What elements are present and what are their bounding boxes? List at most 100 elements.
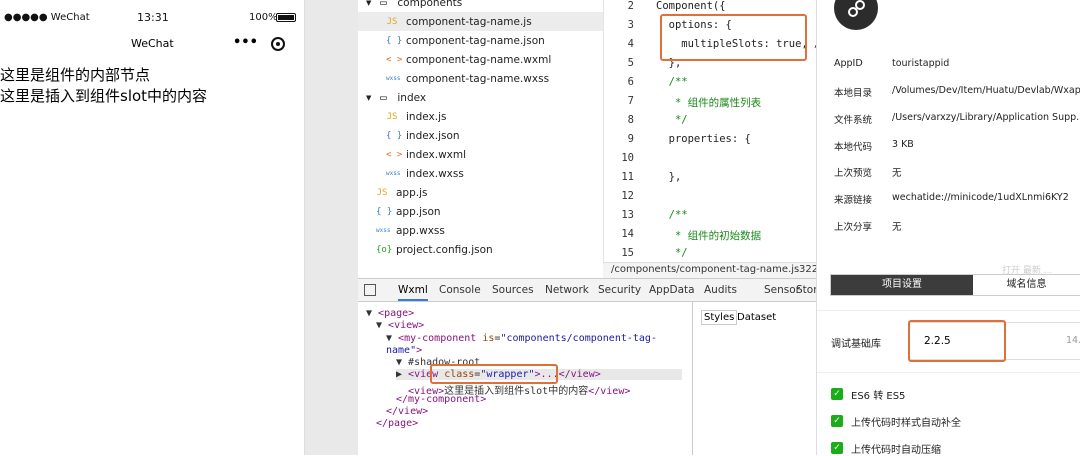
info-value: /Volumes/Dev/Item/Huatu/Devlab/Wxap...: [892, 85, 1080, 96]
file-tree-item[interactable]: ▼ ▭ index: [366, 88, 426, 107]
json-file-icon: { }: [376, 206, 393, 217]
config-file-icon: {o}: [376, 244, 393, 255]
file-tree-item[interactable]: { } app.json: [376, 202, 441, 221]
file-tree-label: app.js: [396, 186, 428, 199]
devtools-tab-stor[interactable]: Stor: [796, 284, 818, 296]
file-tree-item[interactable]: JS index.js: [386, 107, 447, 126]
project-details-panel: AppID touristappid 本地目录/Volumes/Dev/Item/H…: [816, 0, 1080, 456]
json-file-icon: { }: [386, 130, 403, 141]
file-tree-label: app.wxss: [396, 224, 445, 237]
devtools-tab-sensor[interactable]: Sensor: [764, 284, 800, 296]
code-line[interactable]: * 组件的初始数据: [656, 228, 761, 243]
file-tree-item[interactable]: {o} project.config.json: [376, 240, 493, 259]
expand-arrow-icon[interactable]: ▼: [366, 0, 371, 7]
battery-icon: [276, 13, 296, 22]
devtools-tab-wxml[interactable]: Wxml: [398, 284, 428, 301]
file-tree-label: app.json: [396, 205, 441, 218]
slot-content-text: 这里是插入到组件slot中的内容: [0, 87, 208, 105]
code-line[interactable]: */: [656, 247, 688, 259]
checkbox-label: ES6 转 ES5: [851, 391, 906, 402]
info-label: 上次预览: [834, 168, 873, 179]
styles-pane: Styles Dataset: [692, 302, 816, 455]
info-label: 本地代码: [834, 142, 873, 153]
checkbox-checked-icon[interactable]: ✓: [831, 442, 843, 454]
info-label: 上次分享: [834, 222, 873, 233]
wxml-component-node[interactable]: ▼ <my-component is="components/component…: [386, 333, 657, 344]
panel-gutter: [305, 0, 358, 455]
line-number: 6: [627, 76, 634, 88]
devtools-tab-console[interactable]: Console: [439, 284, 481, 296]
file-tree-item[interactable]: ▼ ▭ components: [366, 0, 462, 12]
folder-icon: ▭: [380, 91, 387, 104]
file-tree: ▼ ▭ components JS component-tag-name.js{ } co…: [358, 0, 603, 278]
js-file-icon: JS: [386, 16, 398, 27]
wxml-page-close: </page>: [376, 418, 419, 429]
folder-icon: ▭: [380, 0, 387, 9]
wxml-view-node[interactable]: ▼ <view>: [376, 320, 424, 331]
devtools-tab-network[interactable]: Network: [545, 284, 589, 296]
wxml-page-node[interactable]: ▼ <page>: [366, 308, 414, 319]
info-label: 文件系统: [834, 115, 873, 126]
file-tree-item[interactable]: wxss component-tag-name.wxss: [386, 69, 549, 88]
settings-tabbar: 项目设置 域名信息: [830, 274, 1080, 296]
code-line[interactable]: */: [656, 114, 688, 126]
file-tree-item[interactable]: < > index.wxml: [386, 145, 466, 164]
file-tree-item[interactable]: { } component-tag-name.json: [386, 31, 545, 50]
expand-arrow-icon[interactable]: ▼: [366, 94, 371, 102]
nav-title: WeChat: [131, 37, 174, 50]
devtools-tab-sources[interactable]: Sources: [492, 284, 534, 296]
inspect-icon[interactable]: [364, 284, 376, 296]
code-line[interactable]: * 组件的属性列表: [656, 95, 761, 110]
more-icon[interactable]: •••: [233, 35, 258, 50]
wxml-component-close: </my-component>: [396, 394, 487, 405]
file-tree-label: component-tag-name.wxss: [406, 72, 550, 85]
info-value: 无: [892, 222, 902, 233]
code-line[interactable]: /**: [656, 209, 688, 221]
devtools-tab-security[interactable]: Security: [598, 284, 641, 296]
code-line[interactable]: properties: {: [656, 133, 751, 145]
tab-project-settings[interactable]: 项目设置: [831, 275, 973, 295]
file-tree-label: component-tag-name.wxml: [406, 53, 552, 66]
battery-label: 100%: [249, 12, 278, 23]
devtools-tab-appdata[interactable]: AppData: [649, 284, 695, 296]
wxml-component-name-cont: name">: [386, 345, 423, 356]
code-line[interactable]: Component({: [656, 0, 726, 12]
code-line[interactable]: /**: [656, 76, 688, 88]
file-tree-item[interactable]: < > component-tag-name.wxml: [386, 50, 551, 69]
tab-domain-info[interactable]: 域名信息: [973, 275, 1080, 295]
wxml-file-icon: < >: [386, 149, 403, 160]
wxml-file-icon: < >: [386, 54, 403, 65]
file-tree-label: index.json: [406, 129, 460, 142]
file-tree-item[interactable]: { } index.json: [386, 126, 460, 145]
line-number: 14: [621, 228, 634, 240]
close-capsule-icon[interactable]: [271, 37, 285, 51]
editor-file-path: /components/component-tag-name.js: [611, 264, 800, 275]
info-label: 来源链接: [834, 195, 873, 206]
file-tree-item[interactable]: JS app.js: [376, 183, 428, 202]
side-tab-styles[interactable]: Styles: [701, 310, 738, 325]
file-tree-label: index.wxml: [406, 148, 467, 161]
checkbox-checked-icon[interactable]: ✓: [831, 388, 843, 400]
simulator-panel: ●●●●● WeChat 13:31 100% WeChat ••• 这里是组件…: [0, 0, 305, 455]
devtools-tab-audits[interactable]: Audits: [704, 284, 737, 296]
file-tree-item[interactable]: wxss index.wxss: [386, 164, 464, 183]
divider: [817, 372, 1080, 373]
line-number: 9: [627, 133, 634, 145]
lib-label: 调试基础库: [831, 339, 881, 350]
line-number: 4: [627, 38, 634, 50]
file-tree-label: index.wxss: [406, 167, 464, 180]
file-tree-item[interactable]: JS component-tag-name.js: [358, 12, 603, 31]
checkbox-checked-icon[interactable]: ✓: [831, 415, 843, 427]
code-line[interactable]: },: [656, 171, 682, 183]
checkbox-label: 上传代码时自动压缩: [851, 445, 941, 456]
wxss-file-icon: wxss: [386, 75, 401, 82]
line-number: 15: [621, 247, 634, 259]
wxml-view-close: </view>: [386, 406, 429, 417]
lib-version-extra: 14.4: [1066, 335, 1080, 346]
info-value: 无: [892, 168, 902, 179]
file-tree-item[interactable]: wxss app.wxss: [376, 221, 445, 240]
nav-bar: WeChat •••: [0, 34, 305, 54]
lib-highlight-box: [908, 320, 1006, 362]
info-value: wechatide://minicode/1udXLnmi6KY2: [892, 192, 1069, 203]
side-tab-dataset[interactable]: Dataset: [737, 312, 776, 323]
